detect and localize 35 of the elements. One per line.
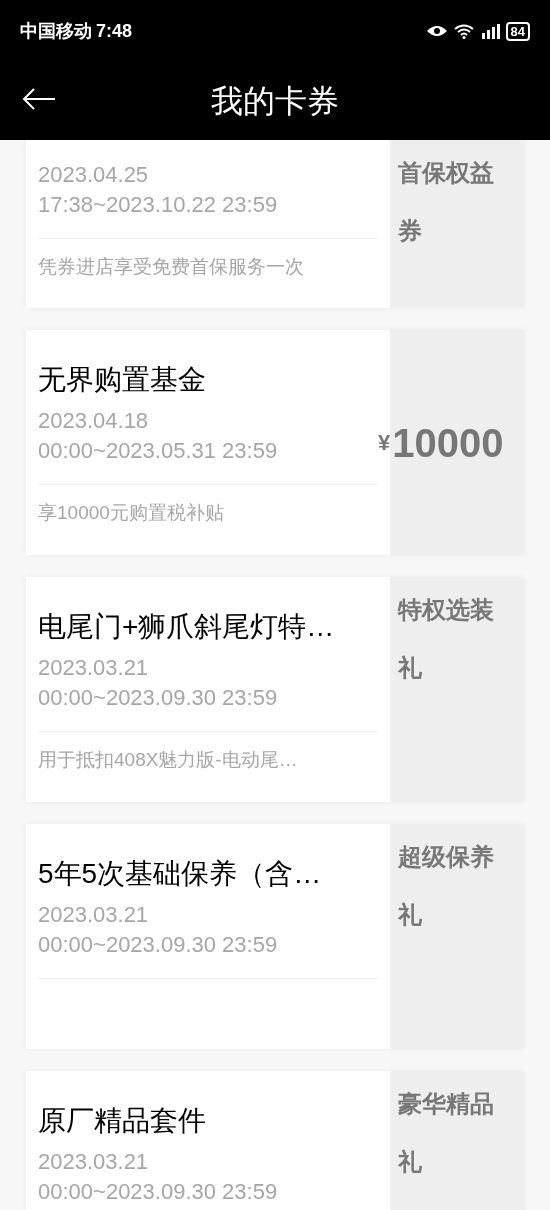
- validity-date: 2023.03.21: [38, 654, 150, 682]
- coupon-card[interactable]: 电尾门+狮爪斜尾灯特… 2023.03.21 00:00~2023.09.30 23:59 用于抵扣408X魅力版-电动尾…: [26, 577, 390, 802]
- coupon-card[interactable]: 5年5次基础保养（含… 2023.03.21 00:00~2023.09.30 23:59: [26, 824, 390, 1049]
- coupon-description: 享10000元购置税补贴: [38, 501, 225, 525]
- validity-date: 2023.04.25: [38, 161, 150, 189]
- coupon-description: 用于抵扣408X魅力版-电动尾…: [38, 748, 299, 772]
- validity-date: 2023.03.21: [38, 901, 150, 929]
- coupon-title: 电尾门+狮爪斜尾灯特…: [38, 610, 336, 644]
- validity-date: 17:38~2023.10.22 23:59: [38, 191, 279, 219]
- battery-indicator: 84: [505, 21, 530, 41]
- coupon-type: 首保权益券: [398, 158, 495, 246]
- clock-time: 7:48: [96, 19, 133, 43]
- coupon-type: 特权选装礼: [398, 595, 495, 683]
- page-title: 我的卡券: [211, 82, 339, 121]
- wifi-icon: [453, 23, 474, 39]
- coupon-description: 凭券进店享受免费首保服务一次: [38, 255, 305, 279]
- coupon-card[interactable]: 原厂精品套件 2023.03.21 00:00~2023.09.30 23:59: [26, 1071, 390, 1210]
- coupon-type: 豪华精品礼: [398, 1089, 495, 1177]
- back-button[interactable]: [22, 88, 56, 110]
- coupon-title: 5年5次基础保养（含…: [38, 857, 323, 891]
- currency-symbol: ¥: [378, 429, 391, 457]
- coupon-type: 超级保养礼: [398, 842, 495, 930]
- validity-date: 2023.04.18: [38, 407, 150, 435]
- coupon-amount: 10000: [392, 422, 504, 463]
- signal-icon: [479, 23, 500, 39]
- validity-date: 00:00~2023.09.30 23:59: [38, 684, 279, 712]
- validity-date: 00:00~2023.09.30 23:59: [38, 1178, 279, 1206]
- carrier-name: 中国移动: [20, 19, 92, 43]
- coupon-title: 原厂精品套件: [38, 1104, 207, 1138]
- back-arrow-icon: [22, 88, 56, 110]
- eye-icon: [425, 24, 448, 38]
- validity-date: 2023.03.21: [38, 1148, 150, 1176]
- validity-date: 00:00~2023.05.31 23:59: [38, 437, 279, 465]
- coupon-title: 无界购置基金: [38, 363, 207, 397]
- validity-date: 00:00~2023.09.30 23:59: [38, 931, 279, 959]
